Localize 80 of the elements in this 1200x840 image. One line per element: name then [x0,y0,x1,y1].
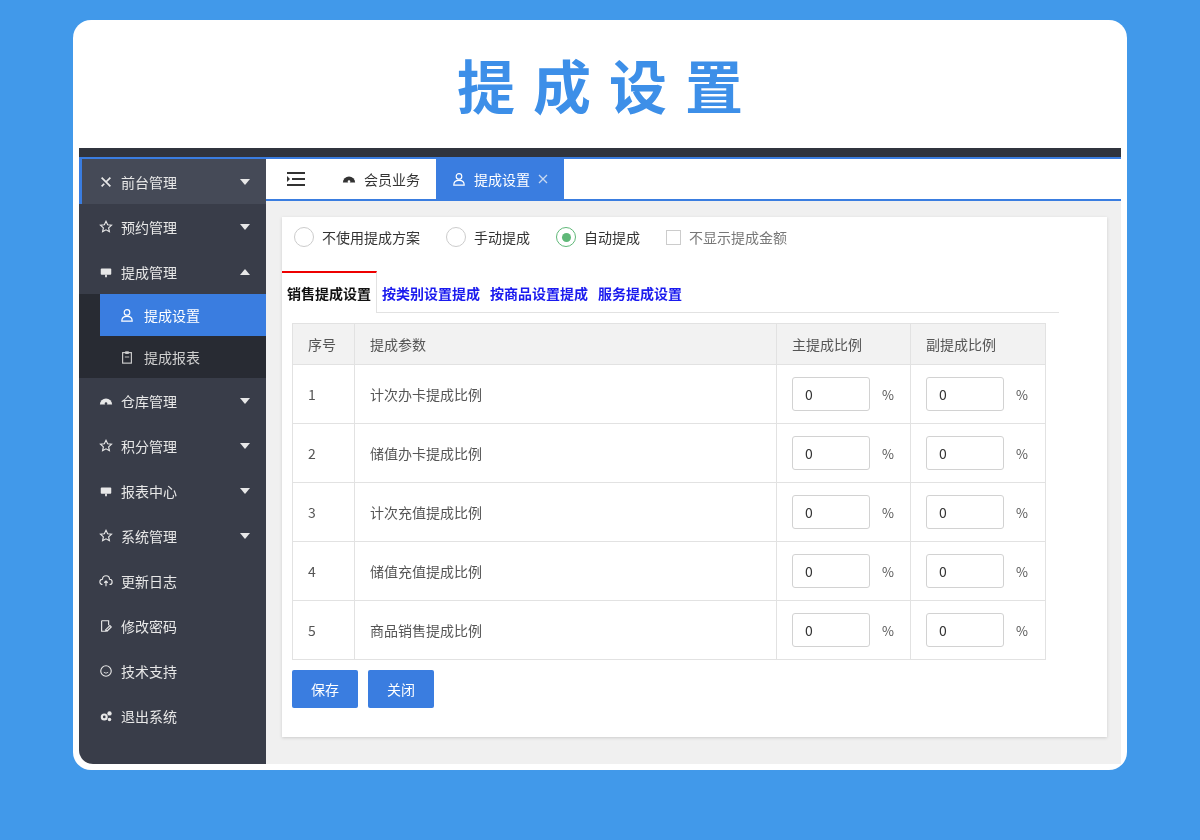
caret-icon [240,397,250,404]
option-label: 手动提成 [474,227,530,247]
caret-icon [240,532,250,539]
edit-icon [99,618,113,633]
unit-label: % [1016,620,1028,640]
column-header: 提成参数 [354,323,777,365]
input-field[interactable]: 0 [792,436,870,470]
column-header: 序号 [292,323,355,365]
unit-label: % [1016,384,1028,404]
sidebar-item[interactable]: 退出系统 [79,693,266,738]
star-icon [99,219,113,234]
sidebar-item[interactable]: 预约管理 [79,204,266,249]
unit-label: % [1016,561,1028,581]
star-icon [99,438,113,453]
sidebar-item[interactable]: 报表中心 [79,468,266,513]
cloud-upload-icon [99,573,113,588]
input-field[interactable]: 0 [792,613,870,647]
option-label: 不使用提成方案 [322,227,420,247]
table-cell: 3 [292,482,355,542]
menu-icon [287,172,305,186]
unit-label: % [882,443,894,463]
sidebar-item[interactable]: 系统管理 [79,513,266,558]
input-field[interactable]: 0 [792,554,870,588]
star-icon [99,528,113,543]
page-title: 提成设置 [456,42,761,126]
sub-tab[interactable]: 服务提成设置 [593,271,687,312]
user-icon [120,308,134,322]
tab[interactable]: 提成设置 [436,159,564,199]
input-field[interactable]: 0 [792,495,870,529]
sidebar-subitem[interactable]: 提成报表 [100,336,266,378]
table-cell: 计次办卡提成比例 [354,364,777,424]
input-field[interactable]: 0 [792,377,870,411]
option-label: 不显示提成金额 [689,227,787,247]
caret-icon [240,442,250,449]
action-button[interactable]: 保存 [292,670,358,708]
sidebar-item[interactable]: 技术支持 [79,648,266,693]
sub-tab[interactable]: 销售提成设置 [282,271,377,313]
action-button[interactable]: 关闭 [368,670,434,708]
table-cell: 1 [292,364,355,424]
smiley-icon [99,663,113,678]
input-field[interactable]: 0 [926,554,1004,588]
input-field[interactable]: 0 [926,436,1004,470]
input-field[interactable]: 0 [926,495,1004,529]
unit-label: % [882,561,894,581]
unit-label: % [882,384,894,404]
sidebar-subitem[interactable]: 提成设置 [100,294,266,336]
tools-icon [99,174,113,189]
sidebar-item[interactable]: 修改密码 [79,603,266,648]
sub-tab[interactable]: 按商品设置提成 [485,271,593,312]
unit-label: % [882,502,894,522]
option-label: 自动提成 [584,227,640,247]
table-cell: 2 [292,423,355,483]
table-cell: 储值充值提成比例 [354,541,777,601]
table-cell: 4 [292,541,355,601]
caret-icon [240,268,250,275]
clipboard-icon [120,350,134,364]
sidebar-item[interactable]: 仓库管理 [79,378,266,423]
input-field[interactable]: 0 [926,377,1004,411]
input-field[interactable]: 0 [926,613,1004,647]
table-cell: 储值办卡提成比例 [354,423,777,483]
caret-icon [240,487,250,494]
gears-icon [99,708,113,723]
close-icon[interactable] [538,174,548,184]
caret-icon [240,178,250,185]
column-header: 主提成比例 [776,323,911,365]
unit-label: % [1016,502,1028,522]
table-cell: 5 [292,600,355,660]
table-cell: 商品销售提成比例 [354,600,777,660]
column-header: 副提成比例 [910,323,1046,365]
unit-label: % [882,620,894,640]
caret-icon [240,223,250,230]
sub-tab[interactable]: 按类别设置提成 [377,271,485,312]
table-cell: 计次充值提成比例 [354,482,777,542]
sidebar-item[interactable]: 前台管理 [79,159,266,204]
sidebar-item[interactable]: 提成管理 [79,249,266,294]
checkbox[interactable] [666,229,681,245]
user-icon [452,172,466,186]
sidebar-item[interactable]: 更新日志 [79,558,266,603]
sidebar-item[interactable]: 积分管理 [79,423,266,468]
unit-label: % [1016,443,1028,463]
